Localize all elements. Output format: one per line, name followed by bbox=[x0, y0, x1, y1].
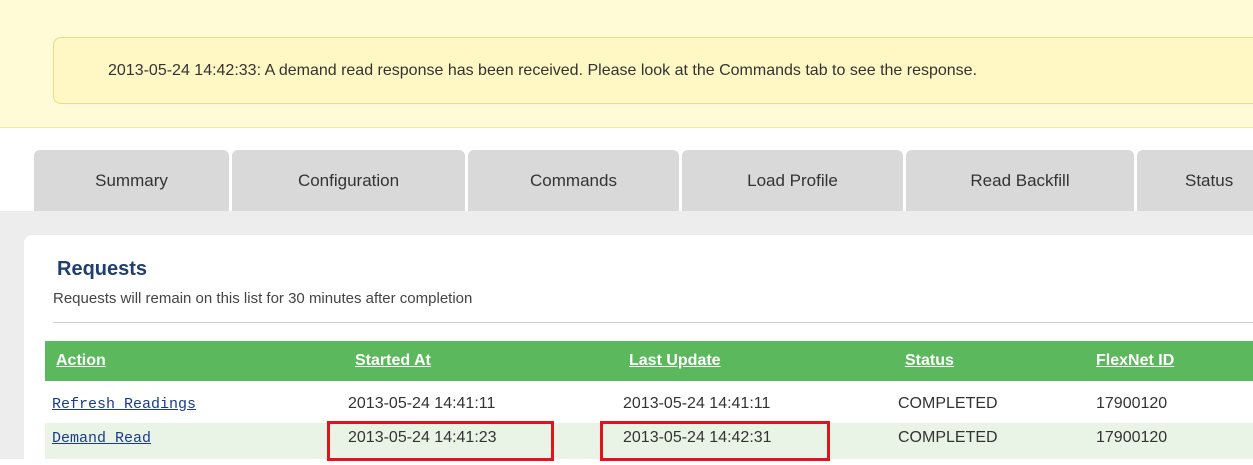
status-cell: COMPLETED bbox=[898, 395, 998, 412]
notification-message: 2013-05-24 14:42:33: A demand read respo… bbox=[108, 62, 978, 79]
column-header-last-update[interactable]: Last Update bbox=[629, 352, 721, 370]
tab-label: Configuration bbox=[297, 170, 400, 190]
notification-band: 2013-05-24 14:42:33: A demand read respo… bbox=[0, 0, 1253, 128]
highlight-box-last-update bbox=[600, 421, 830, 461]
flexnet-id-cell: 17900120 bbox=[1096, 429, 1168, 446]
notification-banner: 2013-05-24 14:42:33: A demand read respo… bbox=[53, 37, 1253, 104]
column-header-flexnet-id[interactable]: FlexNet ID bbox=[1096, 352, 1174, 370]
tab-read-backfill[interactable]: Read Backfill bbox=[906, 150, 1134, 211]
highlight-box-started-at bbox=[327, 421, 554, 461]
tab-status[interactable]: Status bbox=[1137, 150, 1253, 211]
requests-title: Requests bbox=[57, 258, 148, 280]
column-header-started-at[interactable]: Started At bbox=[355, 352, 431, 370]
divider bbox=[53, 322, 1253, 323]
started-at-cell: 2013-05-24 14:41:11 bbox=[348, 395, 496, 412]
tab-commands[interactable]: Commands bbox=[468, 150, 679, 211]
column-header-action[interactable]: Action bbox=[56, 352, 106, 370]
tab-summary[interactable]: Summary bbox=[34, 150, 229, 211]
tab-load-profile[interactable]: Load Profile bbox=[682, 150, 903, 211]
tab-bar: Summary Configuration Commands Load Prof… bbox=[0, 128, 1253, 211]
last-update-cell: 2013-05-24 14:41:11 bbox=[623, 395, 771, 412]
tab-label: Read Backfill bbox=[970, 170, 1070, 190]
tab-label: Commands bbox=[530, 170, 617, 190]
status-cell: COMPLETED bbox=[898, 429, 998, 446]
tab-label: Summary bbox=[95, 170, 168, 190]
requests-table-header: Action Started At Last Update Status Fle… bbox=[45, 341, 1253, 381]
action-link[interactable]: Refresh Readings bbox=[52, 396, 196, 413]
flexnet-id-cell: 17900120 bbox=[1096, 395, 1168, 412]
table-row: Refresh Readings 2013-05-24 14:41:11 201… bbox=[45, 390, 1253, 419]
requests-subtitle: Requests will remain on this list for 30… bbox=[53, 290, 473, 307]
column-header-status[interactable]: Status bbox=[905, 352, 954, 370]
action-link[interactable]: Demand Read bbox=[52, 430, 151, 447]
tab-label: Status bbox=[1185, 170, 1234, 190]
tab-label: Load Profile bbox=[747, 170, 838, 190]
tab-configuration[interactable]: Configuration bbox=[232, 150, 465, 211]
